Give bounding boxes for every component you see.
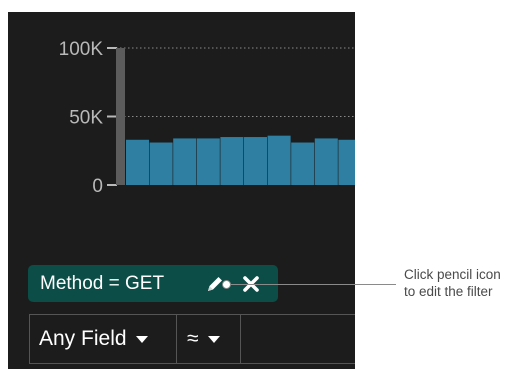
log-viewer-panel: 0 50K 100K Method = GET Any Field ≈ [8, 12, 355, 369]
filter-label: Method = GET [40, 272, 165, 294]
histogram-bar [149, 142, 173, 185]
chevron-down-icon [207, 335, 220, 343]
operator-select[interactable]: ≈ [177, 314, 241, 364]
histogram-bar [220, 137, 244, 185]
callout-annotation: Click pencil icon to edit the filter [404, 266, 519, 300]
query-bar: Any Field ≈ [29, 314, 355, 366]
field-select-value: Any Field [39, 327, 127, 350]
histogram-bar [338, 139, 355, 185]
histogram-bar [244, 137, 267, 185]
y-tick-label: 0 [92, 176, 103, 197]
histogram-chart: 0 50K 100K [59, 39, 355, 197]
histogram-bar [173, 138, 197, 185]
histogram-bar [291, 142, 315, 185]
y-tick-label: 100K [59, 39, 104, 60]
histogram-bar [314, 138, 338, 185]
filter-value-input[interactable] [241, 314, 355, 364]
selection-bar [116, 48, 125, 185]
callout-line-1: Click pencil icon [404, 267, 501, 282]
callout-line-2: to edit the filter [404, 284, 493, 299]
callout-pointer [222, 280, 231, 289]
histogram-bar [196, 138, 220, 185]
operator-select-value: ≈ [187, 327, 199, 350]
histogram-bar [126, 139, 149, 185]
screenshot-stage: 0 50K 100K Method = GET Any Field ≈ Clic… [0, 0, 519, 369]
y-tick-label: 50K [69, 108, 103, 129]
histogram-bar [267, 135, 291, 185]
chevron-down-icon [135, 335, 148, 343]
field-select[interactable]: Any Field [29, 314, 177, 364]
callout-line [226, 284, 396, 285]
